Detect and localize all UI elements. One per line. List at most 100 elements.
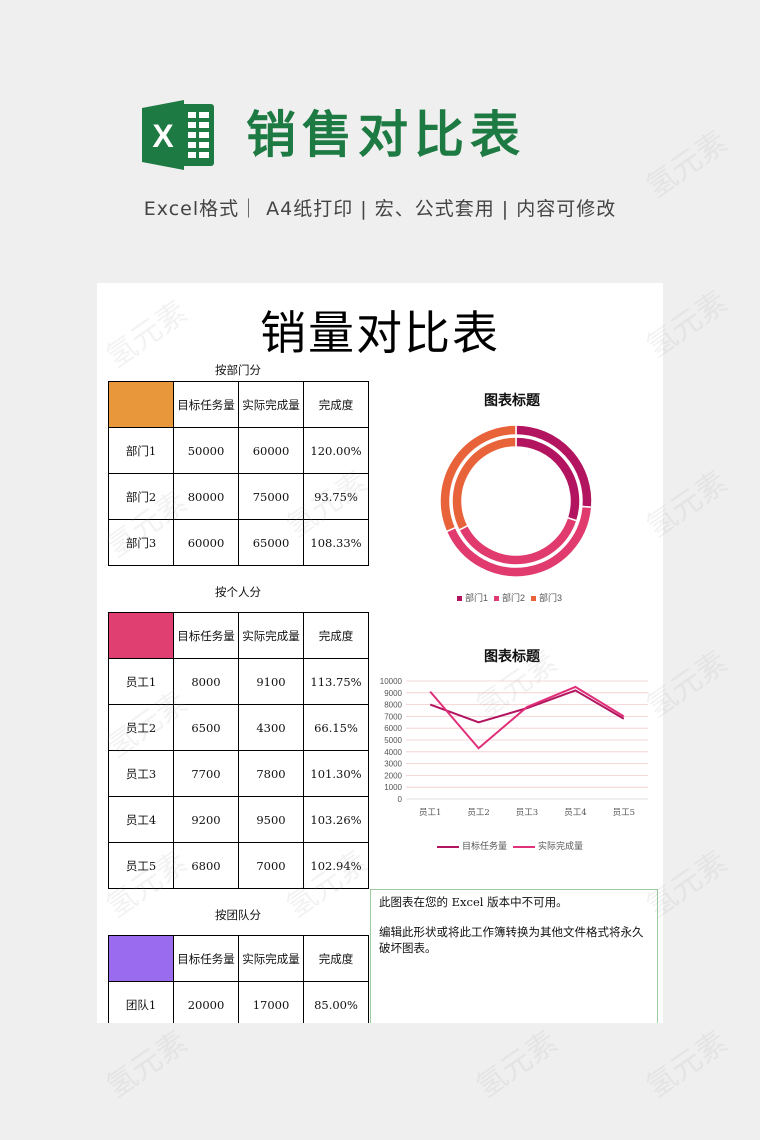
watermark: 氢元素 <box>470 1024 564 1106</box>
column-header: 实际完成量 <box>238 612 304 659</box>
table-row: 员工3 7700 7800 101.30% <box>108 750 369 797</box>
dept-table: 目标任务量 实际完成量 完成度 部门1 50000 60000 120.00% … <box>108 381 369 566</box>
row-name: 员工5 <box>108 842 174 889</box>
y-tick-label: 3000 <box>384 760 402 769</box>
actual-cell: 75000 <box>238 473 304 520</box>
rate-cell: 113.75% <box>303 658 369 705</box>
dept-color-swatch <box>108 381 174 428</box>
legend-entry: 部门1 <box>457 591 488 604</box>
rate-cell: 103.26% <box>303 796 369 843</box>
x-tick-label: 员工3 <box>516 808 538 818</box>
target-cell: 7700 <box>173 750 239 797</box>
hero-subtitle: Excel格式｜ A4纸打印 | 宏、公式套用 | 内容可修改 <box>143 198 617 220</box>
row-name: 员工4 <box>108 796 174 843</box>
row-name: 部门2 <box>108 473 174 520</box>
x-tick-label: 员工4 <box>564 808 586 818</box>
y-tick-label: 10000 <box>380 677 403 686</box>
table-header-row: 目标任务量 实际完成量 完成度 <box>108 935 369 982</box>
y-tick-label: 6000 <box>384 724 402 733</box>
rate-cell: 108.33% <box>303 519 369 566</box>
legend-entry: 实际完成量 <box>513 839 583 852</box>
person-section-label: 按个人分 <box>215 585 261 599</box>
actual-cell: 4300 <box>238 704 304 751</box>
actual-cell: 60000 <box>238 427 304 474</box>
target-cell: 6500 <box>173 704 239 751</box>
row-name: 部门3 <box>108 519 174 566</box>
donut-chart-title: 图表标题 <box>484 392 540 408</box>
legend-swatch <box>513 845 536 848</box>
table-row: 员工5 6800 7000 102.94% <box>108 842 369 889</box>
column-header: 目标任务量 <box>173 381 239 428</box>
x-tick-label: 员工5 <box>613 808 635 818</box>
column-header: 目标任务量 <box>173 935 239 982</box>
hero-banner: X 销售对比表 Excel格式｜ A4纸打印 | 宏、公式套用 | 内容可修改 <box>0 0 760 280</box>
row-name: 员工3 <box>108 750 174 797</box>
column-header: 实际完成量 <box>238 381 304 428</box>
target-cell: 9200 <box>173 796 239 843</box>
sheet-title: 销量对比表 <box>260 306 500 360</box>
table-row: 员工2 6500 4300 66.15% <box>108 704 369 751</box>
actual-cell: 7800 <box>238 750 304 797</box>
donut-chart <box>439 424 593 578</box>
y-tick-label: 5000 <box>384 736 402 745</box>
legend-label: 目标任务量 <box>462 841 508 851</box>
target-cell: 50000 <box>173 427 239 474</box>
table-row: 员工1 8000 9100 113.75% <box>108 658 369 705</box>
series-line <box>429 685 625 750</box>
line-chart-title: 图表标题 <box>484 648 540 664</box>
actual-cell: 7000 <box>238 842 304 889</box>
legend-swatch <box>494 596 500 602</box>
line-chart: 0 1000 2000 3000 4000 5000 6000 7000 8000 9000 100… <box>380 677 648 818</box>
table-row: 部门1 50000 60000 120.00% <box>108 427 369 474</box>
rate-cell: 101.30% <box>303 750 369 797</box>
spreadsheet-page: 销量对比表 按部门分 目标任务量 实际完成量 完成度 部门1 50000 600… <box>97 283 663 1023</box>
excel-logo-icon: X <box>142 100 214 170</box>
legend-label: 部门3 <box>539 593 563 603</box>
row-name: 部门1 <box>108 427 174 474</box>
watermark: 氢元素 <box>640 1024 734 1106</box>
column-header: 完成度 <box>303 935 369 982</box>
notice-line-1: 此图表在您的 Excel 版本中不可用。 <box>379 895 568 909</box>
target-cell: 8000 <box>173 658 239 705</box>
table-header-row: 目标任务量 实际完成量 完成度 <box>108 612 369 659</box>
target-cell: 80000 <box>173 473 239 520</box>
rate-cell: 102.94% <box>303 842 369 889</box>
y-tick-label: 9000 <box>384 689 402 698</box>
legend-entry: 部门3 <box>531 591 562 604</box>
row-name: 员工2 <box>108 704 174 751</box>
team-table: 目标任务量 实际完成量 完成度 团队1 20000 17000 85.00% <box>108 935 369 1023</box>
rate-cell: 120.00% <box>303 427 369 474</box>
target-cell: 60000 <box>173 519 239 566</box>
table-header-row: 目标任务量 实际完成量 完成度 <box>108 381 369 428</box>
actual-cell: 17000 <box>238 981 304 1023</box>
y-tick-label: 7000 <box>384 712 402 721</box>
row-name: 员工1 <box>108 658 174 705</box>
chart-unavailable-notice[interactable]: 此图表在您的 Excel 版本中不可用。 编辑此形状或将此工作簿转换为其他文件格… <box>370 889 658 1023</box>
legend-swatch <box>531 596 537 602</box>
actual-cell: 9100 <box>238 658 304 705</box>
column-header: 实际完成量 <box>238 935 304 982</box>
team-section-label: 按团队分 <box>215 908 261 922</box>
x-tick-label: 员工2 <box>467 808 489 818</box>
donut-legend: 部门1 部门2 部门3 <box>457 591 568 604</box>
legend-label: 部门1 <box>465 593 489 603</box>
logo-letter: X <box>152 118 174 154</box>
y-tick-label: 4000 <box>384 748 402 757</box>
table-row: 员工4 9200 9500 103.26% <box>108 796 369 843</box>
actual-cell: 65000 <box>238 519 304 566</box>
target-cell: 6800 <box>173 842 239 889</box>
legend-entry: 部门2 <box>494 591 525 604</box>
line-legend: 目标任务量 实际完成量 <box>437 839 589 852</box>
team-color-swatch <box>108 935 174 982</box>
x-tick-label: 员工1 <box>419 808 441 818</box>
table-row: 部门2 80000 75000 93.75% <box>108 473 369 520</box>
column-header: 完成度 <box>303 612 369 659</box>
watermark: 氢元素 <box>100 1024 194 1106</box>
hero-title: 销售对比表 <box>246 106 526 164</box>
person-table: 目标任务量 实际完成量 完成度 员工1 8000 9100 113.75% 员工… <box>108 612 369 889</box>
legend-label: 实际完成量 <box>538 841 584 851</box>
legend-swatch <box>457 596 462 602</box>
y-tick-label: 0 <box>398 795 403 804</box>
y-tick-label: 8000 <box>384 701 402 710</box>
rate-cell: 85.00% <box>303 981 369 1023</box>
